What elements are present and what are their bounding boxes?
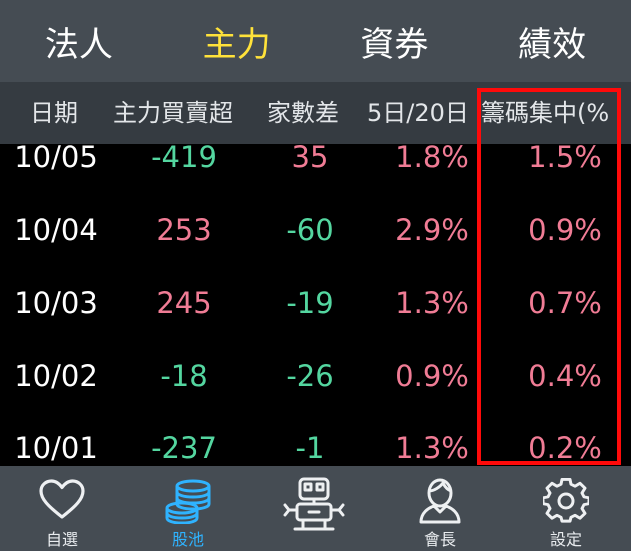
- cell-concentration: 1.5%: [528, 144, 602, 174]
- tab-performance[interactable]: 績效: [473, 0, 631, 82]
- cell-ratio: 1.8%: [395, 144, 469, 174]
- cell-ratio: 2.9%: [395, 213, 469, 247]
- cell-concentration: 0.4%: [528, 359, 602, 393]
- cell-concentration: 0.9%: [528, 213, 602, 247]
- table-row[interactable]: 10/02 -18 -26 0.9% 0.4%: [0, 356, 631, 396]
- nav-label: 設定: [549, 530, 582, 549]
- cell-net: 245: [156, 286, 212, 320]
- table-row[interactable]: 10/04 253 -60 2.9% 0.9%: [0, 210, 631, 250]
- column-header-ratio: 5日/20日: [367, 99, 469, 127]
- tab-main-force[interactable]: 主力: [158, 0, 316, 82]
- cell-diff: -1: [295, 431, 325, 465]
- table-row[interactable]: 10/05 -419 35 1.8% 1.5%: [0, 144, 631, 177]
- cell-net: -237: [151, 431, 217, 465]
- cell-date: 10/03: [14, 286, 98, 320]
- nav-label: 股池: [171, 530, 204, 549]
- cell-ratio: 0.9%: [395, 359, 469, 393]
- table-header: 日期 主力買賣超 家數差 5日/20日 籌碼集中(%: [0, 82, 631, 144]
- table-row[interactable]: 10/03 245 -19 1.3% 0.7%: [0, 283, 631, 323]
- cell-date: 10/01: [14, 431, 98, 465]
- cell-diff: -60: [286, 213, 334, 247]
- column-header-date: 日期: [30, 99, 78, 127]
- heart-icon: [39, 479, 85, 519]
- coins-icon: [165, 479, 211, 524]
- nav-label: 會長: [423, 530, 456, 549]
- cell-ratio: 1.3%: [395, 431, 469, 465]
- nav-watchlist[interactable]: 自選: [7, 466, 117, 551]
- cell-diff: -19: [286, 286, 334, 320]
- column-header-concentration: 籌碼集中(%: [481, 99, 610, 127]
- column-header-net: 主力買賣超: [113, 99, 233, 127]
- nav-robot[interactable]: [259, 466, 369, 551]
- cell-concentration: 0.2%: [528, 431, 602, 465]
- cell-date: 10/02: [14, 359, 98, 393]
- tab-institutional[interactable]: 法人: [0, 0, 158, 82]
- cell-net: 253: [156, 213, 212, 247]
- nav-president[interactable]: 會長: [385, 466, 495, 551]
- gear-icon: [543, 478, 589, 523]
- bottom-nav: 自選 股池 會長 設定: [0, 466, 631, 551]
- nav-label: 自選: [45, 530, 78, 549]
- tab-margin[interactable]: 資券: [316, 0, 474, 82]
- data-table[interactable]: 10/05 -419 35 1.8% 1.5% 10/04 253 -60 2.…: [0, 144, 631, 466]
- cell-ratio: 1.3%: [395, 286, 469, 320]
- cell-diff: -26: [286, 359, 334, 393]
- nav-stock-pool[interactable]: 股池: [133, 466, 243, 551]
- robot-icon: [283, 477, 345, 531]
- cell-concentration: 0.7%: [528, 286, 602, 320]
- column-header-diff: 家數差: [267, 99, 339, 127]
- tab-bar: 法人 主力 資券 績效: [0, 0, 631, 82]
- cell-date: 10/04: [14, 213, 98, 247]
- cell-net: -419: [151, 144, 217, 174]
- cell-date: 10/05: [14, 144, 98, 174]
- cell-diff: 35: [291, 144, 329, 174]
- nav-settings[interactable]: 設定: [511, 466, 621, 551]
- cell-net: -18: [160, 359, 208, 393]
- table-row[interactable]: 10/01 -237 -1 1.3% 0.2%: [0, 428, 631, 466]
- user-icon: [419, 478, 461, 524]
